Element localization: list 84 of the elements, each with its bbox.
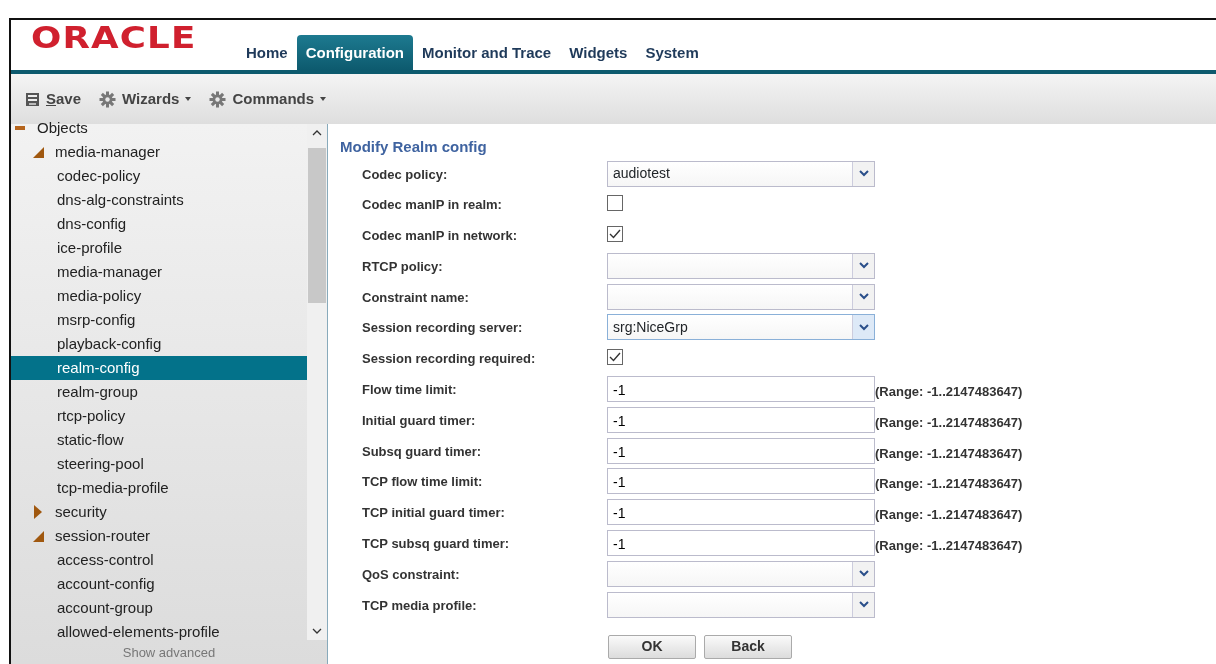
tree-item[interactable]: ice-profile [11,236,307,260]
field-label: TCP subsq guard timer: [362,535,511,554]
field-label: Session recording server: [362,319,524,338]
dropdown-field[interactable] [607,252,875,279]
field-label: Initial guard timer: [362,411,477,430]
range-hint: (Range: -1..2147483647) [875,383,1023,402]
tree-item[interactable]: security [11,500,307,524]
chevron-down-icon[interactable] [858,601,869,609]
dropdown-field[interactable]: audiotest [607,160,875,187]
tree-item[interactable]: msrp-config [11,308,307,332]
form-button[interactable]: OK [608,634,696,659]
range-hint: (Range: -1..2147483647) [875,475,1023,494]
form-button[interactable]: Back [704,634,792,659]
field-label: RTCP policy: [362,257,444,276]
chevron-down-icon[interactable] [858,324,869,331]
nav-tab[interactable]: Widgets [560,34,637,70]
scroll-down-icon[interactable] [312,627,322,634]
expanded-icon[interactable] [32,146,44,158]
field-label: Codec policy: [362,165,449,184]
text-field[interactable]: -1 [607,468,875,495]
gear-icon [99,90,117,108]
tree-item[interactable]: media-manager [11,260,307,284]
save-button[interactable]: Save [21,85,86,113]
dropdown-field[interactable] [607,283,875,310]
field-label: TCP initial guard timer: [362,504,506,523]
tree-item[interactable]: playback-config [11,332,307,356]
tree-item[interactable]: session-router [11,524,307,548]
text-field[interactable]: -1 [607,499,875,526]
scroll-up-icon[interactable] [312,130,322,136]
text-field[interactable]: -1 [607,437,875,464]
logo: ORACLE [31,18,197,57]
text-field[interactable]: -1 [607,406,875,433]
dropdown-field[interactable] [607,560,875,587]
tree-item[interactable]: realm-config [11,356,307,380]
menu-button[interactable]: Commands [205,85,331,113]
tree-item[interactable]: codec-policy [11,164,307,188]
nav-tab[interactable]: Configuration [296,34,413,70]
expanded-icon[interactable] [32,530,44,542]
field-label: Flow time limit: [362,381,458,400]
field-label: Codec manIP in network: [362,227,519,246]
field-label: TCP flow time limit: [362,473,484,492]
tree-item[interactable]: media-manager [11,140,307,164]
gear-icon [209,90,227,108]
nav-tab[interactable]: Home [237,34,297,70]
tree-item[interactable]: account-group [11,596,307,620]
nav-tab[interactable]: System [636,34,708,70]
tree-item[interactable]: dns-alg-constraints [11,188,307,212]
save-icon [25,91,40,107]
menu-button[interactable]: Wizards [95,85,196,113]
dropdown-field[interactable]: srg:NiceGrp [607,314,875,341]
collapsed-icon[interactable] [34,505,42,519]
tree-item[interactable]: Objects [11,116,307,140]
chevron-down-icon[interactable] [858,293,869,301]
checkbox[interactable] [607,226,623,243]
tree-item[interactable]: allowed-elements-profile [11,620,307,640]
field-label: QoS constraint: [362,565,461,584]
dropdown-field[interactable] [607,591,875,618]
form-title: Modify Realm config [340,137,488,157]
tree-item[interactable]: tcp-media-profile [11,476,307,500]
field-label: Codec manIP in realm: [362,196,503,215]
nav-tab[interactable]: Monitor and Trace [413,34,561,70]
field-label: Session recording required: [362,350,537,369]
checkbox[interactable] [607,349,623,366]
tree-item[interactable]: media-policy [11,284,307,308]
field-label: Subsq guard timer: [362,442,483,461]
tree-item[interactable]: static-flow [11,428,307,452]
chevron-down-icon[interactable] [858,170,869,177]
range-hint: (Range: -1..2147483647) [875,506,1023,525]
field-label: TCP media profile: [362,596,478,615]
text-field[interactable]: -1 [607,376,875,403]
tree-item[interactable]: access-control [11,548,307,572]
chevron-down-icon[interactable] [858,570,869,578]
tree-item[interactable]: dns-config [11,212,307,236]
tree-item[interactable]: account-config [11,572,307,596]
checkbox[interactable] [607,195,623,212]
range-hint: (Range: -1..2147483647) [875,444,1023,463]
tree-item[interactable]: rtcp-policy [11,404,307,428]
text-field[interactable]: -1 [607,530,875,557]
chevron-down-icon[interactable] [858,262,869,270]
tree-item[interactable]: steering-pool [11,452,307,476]
tree-item[interactable]: realm-group [11,380,307,404]
range-hint: (Range: -1..2147483647) [875,537,1023,556]
range-hint: (Range: -1..2147483647) [875,413,1023,432]
field-label: Constraint name: [362,288,470,307]
